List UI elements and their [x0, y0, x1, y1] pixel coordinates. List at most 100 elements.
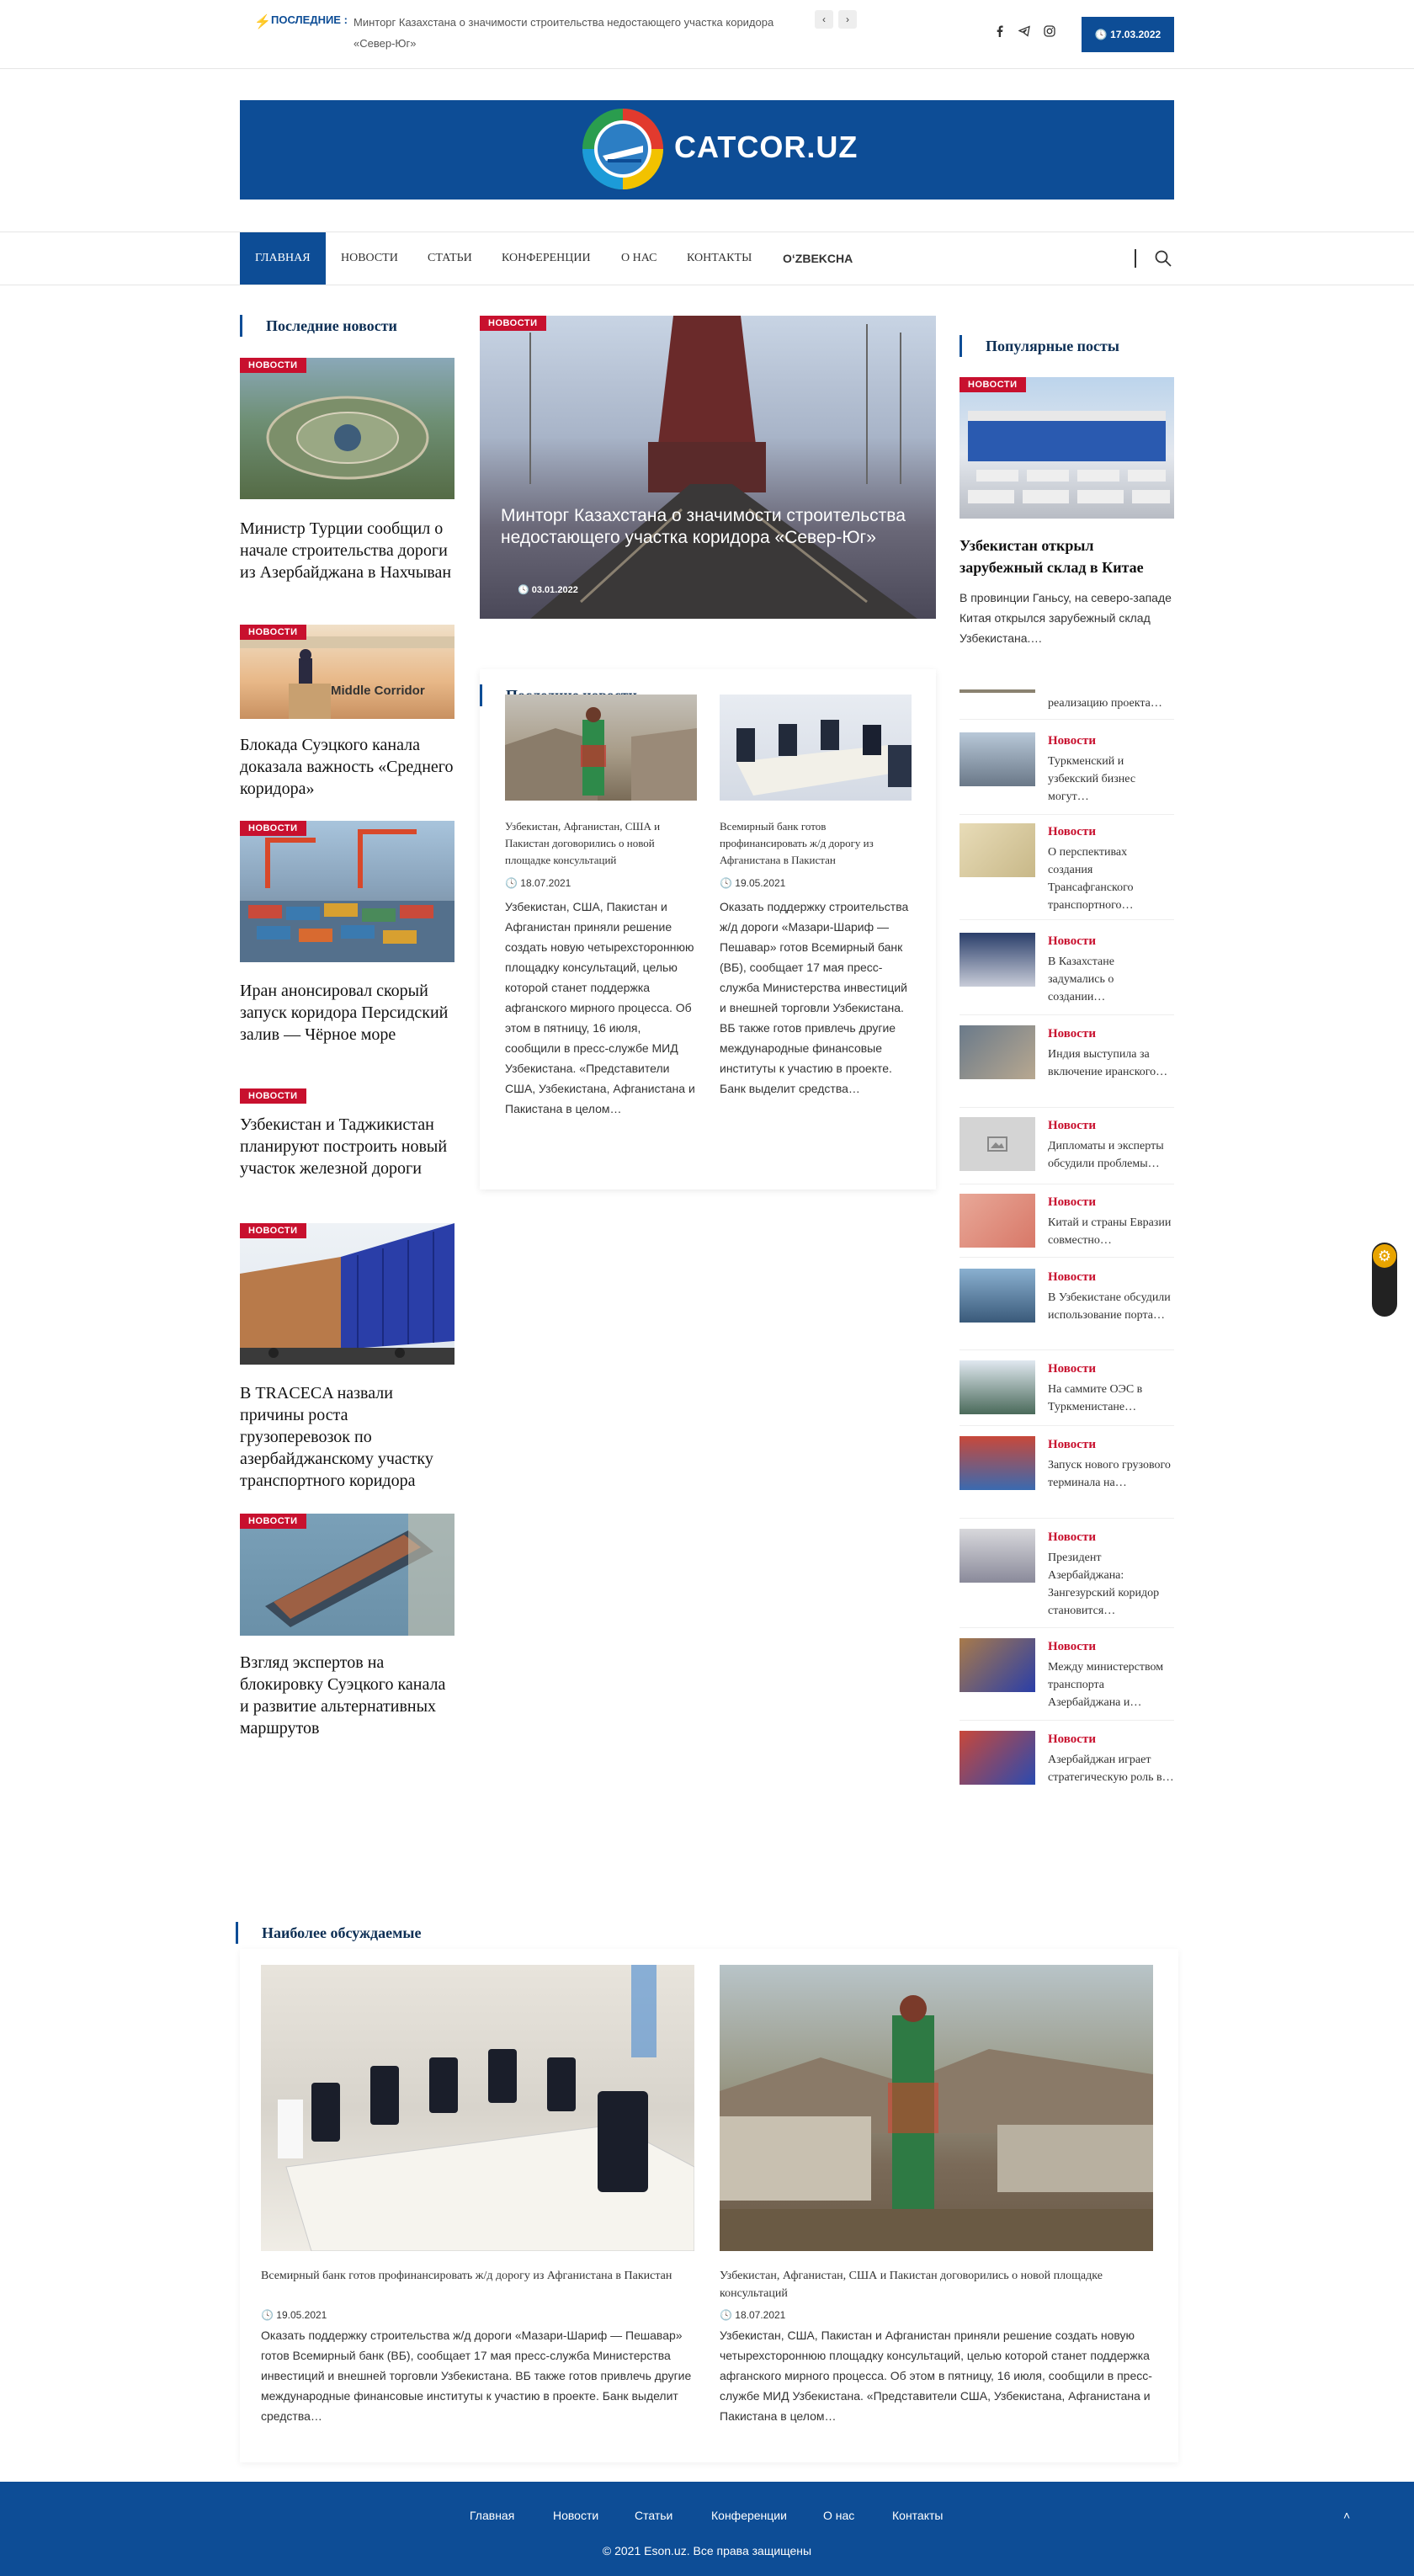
card-excerpt: Узбекистан, США, Пакистан и Афганистан п…	[505, 900, 695, 1115]
nav-item-home[interactable]: ГЛАВНАЯ	[240, 232, 326, 285]
date-badge: 🕓 17.03.2022	[1082, 17, 1174, 52]
featured-image[interactable]	[960, 377, 1174, 519]
bolt-icon: ⚡	[254, 15, 271, 29]
popular-title: Туркменский и узбекский бизнес могут…	[1048, 755, 1136, 803]
nav-item-contacts[interactable]: КОНТАКТЫ	[672, 232, 767, 285]
facebook-icon[interactable]	[992, 25, 1007, 40]
popular-thumb	[960, 1194, 1035, 1248]
article-title-link[interactable]: Министр Турции сообщил о начале строител…	[240, 518, 459, 583]
telegram-icon[interactable]	[1017, 25, 1032, 40]
ticker-headline-link[interactable]: Минторг Казахстана о значимости строител…	[354, 12, 808, 54]
clock-icon: 🕓	[261, 2309, 274, 2321]
popular-row[interactable]: Новости В Узбекистане обсудили использов…	[960, 1260, 1174, 1350]
popular-row[interactable]: Новости Дипломаты и эксперты обсудили пр…	[960, 1109, 1174, 1184]
article-image[interactable]	[240, 1514, 454, 1636]
footer-link-about[interactable]: О нас	[823, 2509, 854, 2522]
site-logo-banner[interactable]: CATCOR.UZ	[240, 100, 1174, 200]
card-image[interactable]	[720, 1965, 1153, 2251]
hero-title-link[interactable]: Минторг Казахстана о значимости строител…	[501, 505, 930, 549]
popular-category[interactable]: Новости	[1048, 1027, 1096, 1041]
popular-category[interactable]: Новости	[1048, 934, 1096, 949]
popular-row[interactable]: Новости Между министерством транспорта А…	[960, 1630, 1174, 1721]
popular-category[interactable]: Новости	[1048, 1270, 1096, 1285]
instagram-icon[interactable]	[1042, 25, 1057, 40]
popular-category[interactable]: Новости	[1048, 1195, 1096, 1210]
card-image[interactable]	[261, 1965, 694, 2251]
popular-category[interactable]: Новости	[1048, 1119, 1096, 1133]
hero-date: 🕓 03.01.2022	[518, 584, 578, 595]
nav-divider	[1135, 249, 1136, 268]
article-title-link[interactable]: Взгляд экспертов на блокировку Суэцкого …	[240, 1652, 459, 1739]
ticker-next-button[interactable]: ›	[838, 10, 857, 29]
card-title-link[interactable]: Всемирный банк готов профинансировать ж/…	[261, 2267, 694, 2285]
card-title-link[interactable]: Всемирный банк готов профинансировать ж/…	[720, 818, 912, 869]
popular-category[interactable]: Новости	[1048, 1362, 1096, 1376]
nav-item-language[interactable]: OʻZBEKCHA	[768, 232, 868, 285]
right-section-title: Популярные посты	[960, 335, 1119, 357]
article-image[interactable]	[240, 821, 454, 962]
category-badge[interactable]: НОВОСТИ	[240, 1223, 306, 1238]
popular-row[interactable]: Новости Президент Азербайджана: Зангезур…	[960, 1520, 1174, 1628]
popular-row[interactable]: Новости Азербайджан играет стратегическу…	[960, 1722, 1174, 1813]
article-title-link[interactable]: Узбекистан и Таджикистан планируют постр…	[240, 1114, 459, 1179]
category-badge[interactable]: НОВОСТИ	[240, 1088, 306, 1104]
category-badge[interactable]: НОВОСТИ	[240, 625, 306, 640]
popular-category[interactable]: Новости	[1048, 825, 1096, 839]
search-icon[interactable]	[1153, 248, 1173, 269]
card-image[interactable]	[720, 695, 912, 801]
category-badge[interactable]: НОВОСТИ	[240, 1514, 306, 1529]
popular-thumb	[960, 933, 1035, 987]
nav-item-news[interactable]: НОВОСТИ	[326, 232, 413, 285]
popular-row[interactable]: реализацию проекта…	[960, 686, 1174, 720]
popular-row[interactable]: Новости На саммите ОЭС в Туркменистане…	[960, 1352, 1174, 1426]
popular-thumb	[960, 1731, 1035, 1785]
popular-row[interactable]: Новости Китай и страны Евразии совместно…	[960, 1185, 1174, 1258]
popular-title: В Узбекистане обсудили использование пор…	[1048, 1291, 1171, 1322]
article-image[interactable]	[240, 1223, 454, 1365]
popular-category[interactable]: Новости	[1048, 734, 1096, 748]
category-badge[interactable]: НОВОСТИ	[960, 377, 1026, 392]
popular-thumb	[960, 1529, 1035, 1583]
popular-category[interactable]: Новости	[1048, 1732, 1096, 1747]
nav-item-about[interactable]: О НАС	[606, 232, 672, 285]
category-badge[interactable]: НОВОСТИ	[480, 316, 546, 331]
popular-row[interactable]: Новости О перспективах создания Трансафг…	[960, 815, 1174, 920]
card-excerpt: Оказать поддержку строительства ж/д доро…	[261, 2329, 692, 2423]
card-title-link[interactable]: Узбекистан, Афганистан, США и Пакистан д…	[505, 818, 697, 869]
footer: Главная Новости Статьи Конференции О нас…	[0, 2482, 1414, 2576]
popular-category[interactable]: Новости	[1048, 1530, 1096, 1545]
clock-icon: 🕓	[505, 877, 518, 889]
popular-row[interactable]: Новости В Казахстане задумались о создан…	[960, 924, 1174, 1015]
card-date: 🕓 18.07.2021	[720, 2309, 785, 2321]
popular-row[interactable]: Новости Индия выступила за включение ира…	[960, 1017, 1174, 1108]
article-title-link[interactable]: Блокада Суэцкого канала доказала важност…	[240, 734, 459, 800]
nav-item-conferences[interactable]: КОНФЕРЕНЦИИ	[486, 232, 606, 285]
footer-link-news[interactable]: Новости	[553, 2509, 598, 2522]
footer-link-contacts[interactable]: Контакты	[892, 2509, 943, 2522]
popular-category[interactable]: Новости	[1048, 1438, 1096, 1452]
featured-title-link[interactable]: Узбекистан открыл зарубежный склад в Кит…	[960, 535, 1174, 578]
popular-row[interactable]: Новости Запуск нового грузового терминал…	[960, 1428, 1174, 1519]
card-date-text: 18.07.2021	[520, 877, 571, 889]
footer-link-home[interactable]: Главная	[470, 2509, 514, 2522]
card-title-link[interactable]: Узбекистан, Афганистан, США и Пакистан д…	[720, 2267, 1153, 2302]
category-badge[interactable]: НОВОСТИ	[240, 358, 306, 373]
footer-link-conferences[interactable]: Конференции	[711, 2509, 787, 2522]
popular-title: Китай и страны Евразии совместно…	[1048, 1216, 1172, 1247]
hero-image[interactable]	[480, 316, 936, 619]
card-date-text: 19.05.2021	[276, 2309, 327, 2321]
category-badge[interactable]: НОВОСТИ	[240, 821, 306, 836]
article-image[interactable]	[240, 358, 454, 499]
popular-row[interactable]: Новости Туркменский и узбекский бизнес м…	[960, 724, 1174, 815]
scroll-top-button[interactable]: ˄	[1343, 2509, 1350, 2522]
article-title-link[interactable]: Иран анонсировал скорый запуск коридора …	[240, 980, 459, 1046]
popular-category[interactable]: Новости	[1048, 1640, 1096, 1654]
footer-link-articles[interactable]: Статьи	[635, 2509, 672, 2522]
banner-text: Middle Corridor	[331, 684, 425, 698]
card-image[interactable]	[505, 695, 697, 801]
ticker-prev-button[interactable]: ‹	[815, 10, 833, 29]
popular-thumb	[960, 732, 1035, 786]
gear-icon[interactable]: ⚙	[1373, 1244, 1396, 1268]
nav-item-articles[interactable]: СТАТЬИ	[412, 232, 487, 285]
article-title-link[interactable]: В TRACECA назвали причины роста грузопер…	[240, 1382, 459, 1492]
